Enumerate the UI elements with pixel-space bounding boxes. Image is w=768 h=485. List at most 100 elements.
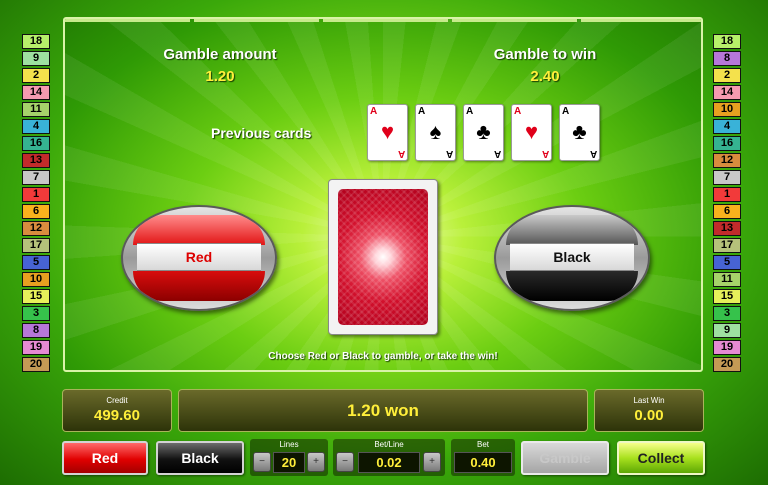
left-line-badge[interactable]: 9 bbox=[22, 51, 50, 66]
right-line-badge[interactable]: 15 bbox=[713, 289, 741, 304]
card-back-pattern bbox=[338, 189, 428, 325]
left-line-badge[interactable]: 18 bbox=[22, 34, 50, 49]
card-suit-icon: ♥ bbox=[524, 119, 539, 144]
left-line-badge[interactable]: 16 bbox=[22, 136, 50, 151]
previous-card: A ♣ A bbox=[463, 104, 504, 161]
bet-line-increase-button[interactable]: + bbox=[423, 452, 441, 472]
right-line-badge[interactable]: 10 bbox=[713, 102, 741, 117]
gamble-button[interactable]: Gamble bbox=[521, 441, 609, 475]
right-line-badge[interactable]: 16 bbox=[713, 136, 741, 151]
right-line-badge[interactable]: 8 bbox=[713, 51, 741, 66]
win-display: 1.20 won bbox=[178, 389, 588, 432]
paylines-right: 18 8 2 14 10 4 16 12 7 1 6 13 17 5 11 15 3 9 19 20 bbox=[713, 34, 741, 374]
bet-line-value: 0.02 bbox=[358, 452, 420, 473]
bet-line-control: Bet/Line − 0.02 + bbox=[333, 439, 445, 476]
panel-top-segment bbox=[323, 19, 448, 22]
right-line-badge[interactable]: 13 bbox=[713, 221, 741, 236]
card-rank: A bbox=[541, 148, 549, 159]
bet-control: Bet 0.40 bbox=[451, 439, 515, 476]
black-oval-top bbox=[506, 215, 638, 245]
previous-card: A ♣ A bbox=[559, 104, 600, 161]
right-line-badge[interactable]: 4 bbox=[713, 119, 741, 134]
right-line-badge[interactable]: 11 bbox=[713, 272, 741, 287]
red-oval-top bbox=[133, 215, 265, 245]
left-line-badge[interactable]: 6 bbox=[22, 204, 50, 219]
left-line-badge[interactable]: 1 bbox=[22, 187, 50, 202]
left-line-badge[interactable]: 19 bbox=[22, 340, 50, 355]
credit-box: Credit 499.60 bbox=[62, 389, 172, 432]
win-text: 1.20 won bbox=[347, 401, 419, 420]
lines-control: Lines − 20 + bbox=[250, 439, 328, 476]
panel-top-segment bbox=[194, 19, 319, 22]
credit-label: Credit bbox=[106, 396, 128, 405]
previous-cards-label: Previous cards bbox=[211, 125, 312, 141]
bet-line-label: Bet/Line bbox=[374, 440, 404, 449]
red-button[interactable]: Red bbox=[62, 441, 148, 475]
lines-increase-button[interactable]: + bbox=[307, 452, 325, 472]
right-line-badge[interactable]: 6 bbox=[713, 204, 741, 219]
card-rank: A bbox=[562, 106, 570, 117]
red-oval-bottom bbox=[133, 271, 265, 301]
right-line-badge[interactable]: 1 bbox=[713, 187, 741, 202]
card-suit-icon: ♣ bbox=[572, 119, 587, 144]
gamble-hint-text: Choose Red or Black to gamble, or take t… bbox=[268, 351, 498, 362]
left-line-badge[interactable]: 3 bbox=[22, 306, 50, 321]
right-line-badge[interactable]: 5 bbox=[713, 255, 741, 270]
left-line-badge[interactable]: 12 bbox=[22, 221, 50, 236]
right-line-badge[interactable]: 9 bbox=[713, 323, 741, 338]
card-rank: A bbox=[589, 148, 597, 159]
right-line-badge[interactable]: 18 bbox=[713, 34, 741, 49]
black-choice-button[interactable]: Black bbox=[494, 205, 650, 311]
card-rank: A bbox=[466, 106, 474, 117]
right-line-badge[interactable]: 20 bbox=[713, 357, 741, 372]
left-line-badge[interactable]: 17 bbox=[22, 238, 50, 253]
left-line-badge[interactable]: 14 bbox=[22, 85, 50, 100]
last-win-label: Last Win bbox=[633, 396, 665, 405]
left-line-badge[interactable]: 20 bbox=[22, 357, 50, 372]
gamble-card-back bbox=[328, 179, 438, 335]
card-rank: A bbox=[397, 148, 405, 159]
right-line-badge[interactable]: 19 bbox=[713, 340, 741, 355]
left-line-badge[interactable]: 2 bbox=[22, 68, 50, 83]
last-win-box: Last Win 0.00 bbox=[594, 389, 704, 432]
gamble-to-win-value: 2.40 bbox=[530, 68, 560, 85]
bet-line-decrease-button[interactable]: − bbox=[336, 452, 354, 472]
card-suit-icon: ♥ bbox=[380, 119, 395, 144]
bet-value: 0.40 bbox=[454, 452, 512, 473]
lines-label: Lines bbox=[279, 440, 299, 449]
panel-top-segment bbox=[452, 19, 577, 22]
card-suit-icon: ♣ bbox=[476, 119, 491, 144]
left-line-badge[interactable]: 15 bbox=[22, 289, 50, 304]
card-rank: A bbox=[514, 106, 522, 117]
left-line-badge[interactable]: 4 bbox=[22, 119, 50, 134]
previous-card: A ♥ A bbox=[511, 104, 552, 161]
left-line-badge[interactable]: 11 bbox=[22, 102, 50, 117]
card-rank: A bbox=[418, 106, 426, 117]
card-rank: A bbox=[445, 148, 453, 159]
left-line-badge[interactable]: 8 bbox=[22, 323, 50, 338]
credit-value: 499.60 bbox=[94, 407, 140, 424]
previous-card: A ♥ A bbox=[367, 104, 408, 161]
lines-decrease-button[interactable]: − bbox=[253, 452, 271, 472]
right-line-badge[interactable]: 3 bbox=[713, 306, 741, 321]
card-rank: A bbox=[493, 148, 501, 159]
right-line-badge[interactable]: 14 bbox=[713, 85, 741, 100]
left-line-badge[interactable]: 13 bbox=[22, 153, 50, 168]
left-line-badge[interactable]: 7 bbox=[22, 170, 50, 185]
right-line-badge[interactable]: 12 bbox=[713, 153, 741, 168]
right-line-badge[interactable]: 2 bbox=[713, 68, 741, 83]
right-line-badge[interactable]: 17 bbox=[713, 238, 741, 253]
left-line-badge[interactable]: 5 bbox=[22, 255, 50, 270]
gamble-panel: Gamble amount 1.20 Gamble to win 2.40 Pr… bbox=[63, 17, 703, 372]
card-suit-icon: ♠ bbox=[429, 119, 442, 144]
paylines-left: 18 9 2 14 11 4 16 13 7 1 6 12 17 5 10 15 3 8 19 20 bbox=[22, 34, 50, 374]
gamble-amount-value: 1.20 bbox=[205, 68, 235, 85]
black-button[interactable]: Black bbox=[156, 441, 244, 475]
collect-button[interactable]: Collect bbox=[617, 441, 705, 475]
panel-top-segment bbox=[581, 19, 701, 22]
right-line-badge[interactable]: 7 bbox=[713, 170, 741, 185]
left-line-badge[interactable]: 10 bbox=[22, 272, 50, 287]
red-choice-label: Red bbox=[137, 243, 261, 271]
red-choice-button[interactable]: Red bbox=[121, 205, 277, 311]
previous-card: A ♠ A bbox=[415, 104, 456, 161]
